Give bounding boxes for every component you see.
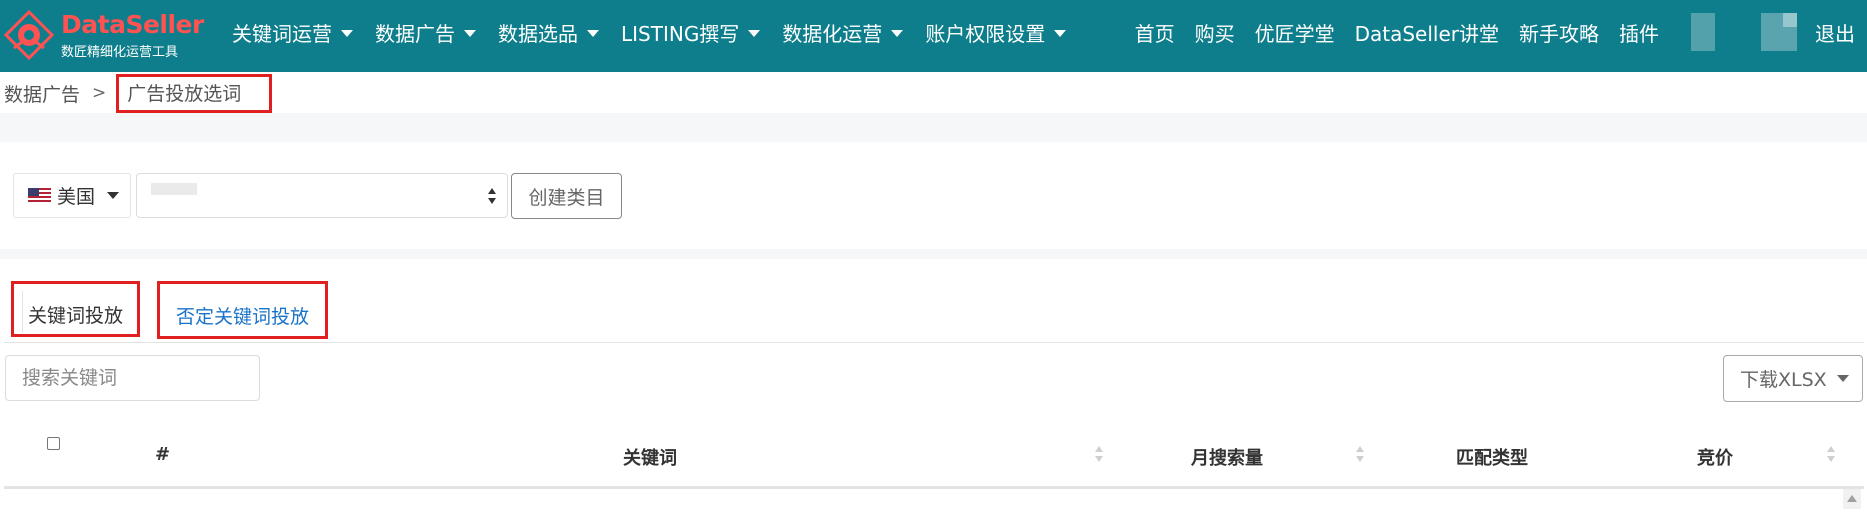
category-value-redacted — [151, 183, 197, 195]
caret-down-icon — [748, 29, 761, 37]
secondary-menu: 首页 购买 优匠学堂 DataSeller讲堂 新手攻略 插件 退出 — [1115, 0, 1867, 64]
tab-keyword-targeting[interactable]: 关键词投放 — [11, 281, 140, 337]
user-avatar[interactable] — [1691, 13, 1715, 51]
nav-link-academy[interactable]: 优匠学堂 — [1255, 18, 1335, 47]
breadcrumb: 数据广告 > 广告投放选词 — [4, 73, 273, 113]
caret-down-icon — [1054, 29, 1067, 37]
category-select[interactable] — [136, 173, 508, 218]
sort-icon[interactable] — [1826, 445, 1836, 463]
logo-subtitle: 数匠精细化运营工具 — [61, 45, 179, 60]
scroll-up-icon — [1847, 495, 1857, 502]
logo[interactable]: DataSeller 数匠精细化运营工具 — [4, 6, 204, 66]
tab-negative-keyword-targeting[interactable]: 否定关键词投放 — [157, 281, 328, 339]
menu-data-ads[interactable]: 数据广告 — [375, 18, 476, 47]
breadcrumb-current: 广告投放选词 — [116, 73, 273, 113]
caret-down-icon — [1836, 375, 1849, 382]
column-header-bid[interactable]: 竞价 — [1697, 444, 1733, 470]
top-navbar: DataSeller 数匠精细化运营工具 关键词运营 数据广告 数据选品 LIS… — [0, 0, 1867, 72]
caret-down-icon — [464, 29, 476, 37]
nav-link-lecture[interactable]: DataSeller讲堂 — [1355, 18, 1499, 47]
section-divider — [0, 249, 1867, 259]
menu-label: 数据化运营 — [782, 21, 883, 46]
caret-down-icon — [341, 29, 353, 37]
menu-label: 数据广告 — [375, 21, 455, 46]
breadcrumb-parent[interactable]: 数据广告 — [4, 80, 80, 107]
menu-keyword-ops[interactable]: 关键词运营 — [232, 18, 353, 47]
logo-icon — [4, 10, 54, 60]
select-all-checkbox[interactable] — [47, 437, 60, 450]
section-divider — [0, 113, 1867, 142]
nav-link-home[interactable]: 首页 — [1135, 18, 1175, 47]
table-header: # 关键词 月搜索量 匹配类型 竞价 — [4, 430, 1864, 489]
select-arrows-icon — [488, 188, 496, 204]
create-category-button[interactable]: 创建类目 — [511, 173, 622, 219]
nav-link-buy[interactable]: 购买 — [1195, 18, 1235, 47]
menu-data-ops[interactable]: 数据化运营 — [782, 18, 904, 47]
caret-down-icon — [891, 29, 904, 37]
menu-label: LISTING撰写 — [621, 21, 740, 46]
menu-account-permissions[interactable]: 账户权限设置 — [925, 18, 1067, 47]
caret-down-icon — [587, 29, 599, 37]
menu-label: 账户权限设置 — [925, 21, 1046, 46]
tab-border — [22, 291, 23, 333]
menu-product-selection[interactable]: 数据选品 — [498, 18, 599, 47]
logout-link[interactable]: 退出 — [1815, 18, 1855, 47]
column-header-index: # — [155, 444, 171, 465]
sort-icon[interactable] — [1094, 445, 1104, 463]
breadcrumb-separator: > — [92, 83, 107, 103]
logo-title: DataSeller — [61, 10, 204, 39]
caret-down-icon — [107, 192, 120, 199]
keyword-search-input[interactable] — [5, 355, 260, 401]
download-label: 下载XLSX — [1740, 369, 1827, 391]
us-flag-icon — [28, 188, 51, 203]
menu-label: 关键词运营 — [232, 21, 332, 46]
menu-listing-writing[interactable]: LISTING撰写 — [621, 18, 761, 47]
menu-label: 数据选品 — [498, 21, 578, 46]
user-name-redacted[interactable] — [1761, 13, 1797, 51]
country-label: 美国 — [57, 186, 96, 208]
download-xlsx-button[interactable]: 下载XLSX — [1723, 355, 1863, 402]
nav-link-plugin[interactable]: 插件 — [1619, 18, 1659, 47]
scrollbar-up-arrow[interactable] — [1843, 489, 1861, 509]
column-header-match-type: 匹配类型 — [1456, 448, 1528, 469]
main-menu: 关键词运营 数据广告 数据选品 LISTING撰写 数据化运营 账户权限设置 — [232, 0, 1088, 64]
column-header-monthly-searches[interactable]: 月搜索量 — [1191, 444, 1263, 470]
country-dropdown[interactable]: 美国 — [13, 173, 131, 218]
nav-link-guide[interactable]: 新手攻略 — [1519, 18, 1599, 47]
tab-label: 关键词投放 — [27, 304, 123, 327]
sort-icon[interactable] — [1355, 445, 1365, 463]
tabs-underline — [4, 342, 1864, 343]
column-header-keyword[interactable]: 关键词 — [623, 444, 677, 470]
tab-label: 否定关键词投放 — [175, 305, 309, 328]
